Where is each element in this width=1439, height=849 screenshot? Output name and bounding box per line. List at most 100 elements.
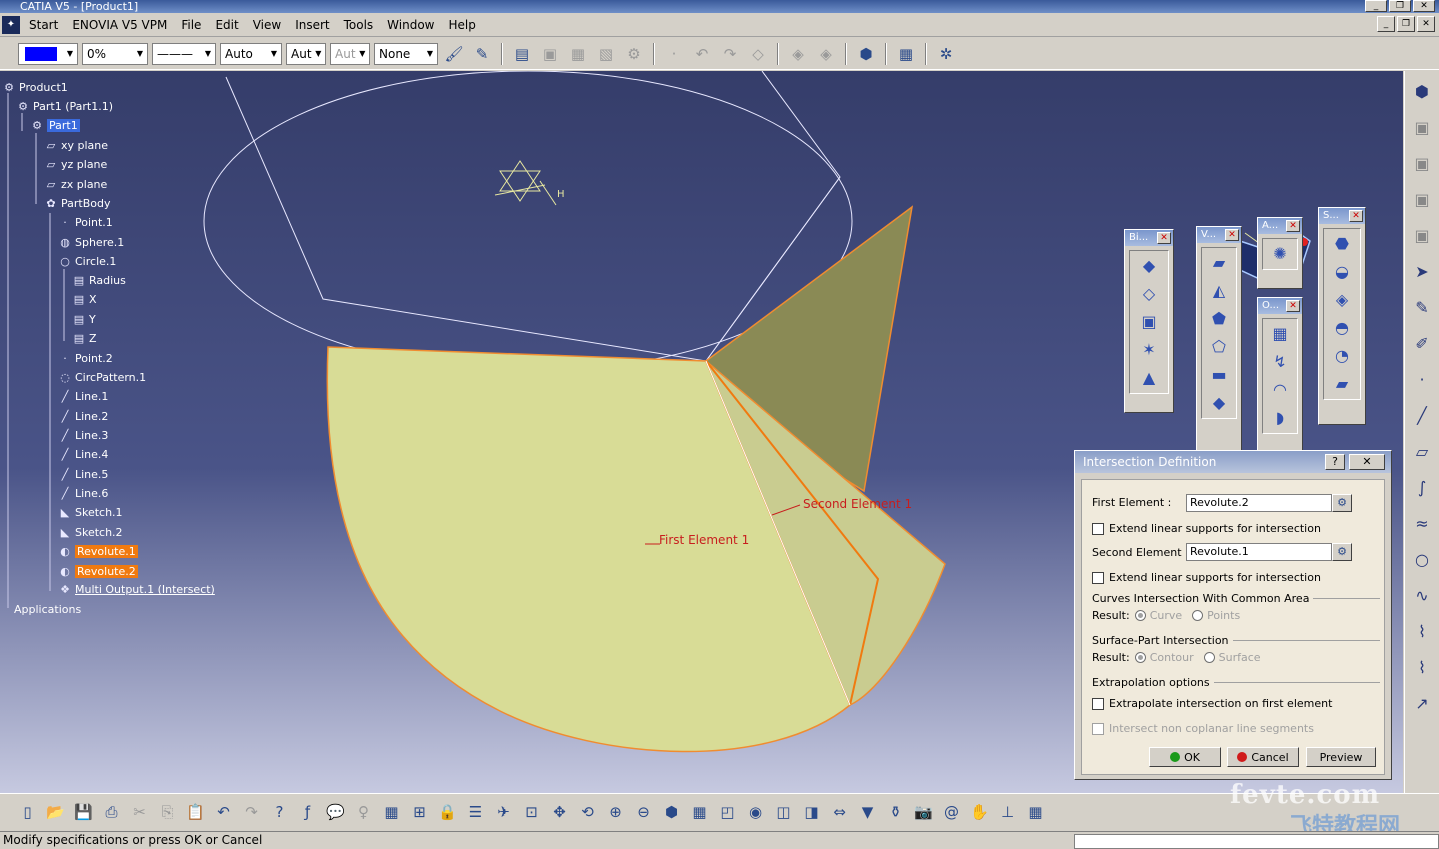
gray-cube3-icon[interactable]: ▣ (1409, 187, 1435, 213)
tree-icon[interactable]: ⊞ (408, 801, 431, 824)
offset-icon[interactable]: ◆ (1208, 392, 1230, 414)
redo-arc-icon[interactable]: ↷ (718, 42, 742, 66)
menu-insert[interactable]: Insert (288, 18, 336, 32)
tree-item-sketch1[interactable]: ◣ Sketch.1 (58, 504, 123, 521)
catalog-icon[interactable]: ▧ (594, 42, 618, 66)
palette-close-button[interactable]: ✕ (1286, 220, 1300, 232)
help-button[interactable]: ? (1325, 454, 1345, 470)
tree-item-line4[interactable]: ╱ Line.4 (58, 446, 109, 463)
law-icon[interactable]: ↗ (1409, 691, 1435, 717)
print-icon[interactable]: ⎙ (100, 801, 123, 824)
tree-item-line1[interactable]: ╱ Line.1 (58, 388, 109, 405)
new-icon[interactable]: ▯ (16, 801, 39, 824)
revolve-icon[interactable]: ◭ (1208, 280, 1230, 302)
axis-icon[interactable]: ⊥ (996, 801, 1019, 824)
dot-icon[interactable]: · (662, 42, 686, 66)
multi-view-icon[interactable]: ▦ (688, 801, 711, 824)
spiral-icon[interactable]: ⌇ (1409, 655, 1435, 681)
circle-tool-icon[interactable]: ○ (1409, 547, 1435, 573)
boolean-alt-icon[interactable]: ◇ (1138, 283, 1160, 305)
curve-radio[interactable] (1134, 610, 1146, 621)
copy-geometry-icon[interactable]: ▣ (538, 42, 562, 66)
minimize-button[interactable]: _ (1365, 0, 1387, 12)
catia-logo-icon[interactable]: ✦ (2, 15, 20, 34)
tree-item-line2[interactable]: ╱ Line.2 (58, 408, 109, 425)
preview-button[interactable]: Preview (1306, 747, 1376, 767)
tree-item-zx-plane[interactable]: ▱ zx plane (44, 176, 108, 193)
checkbox[interactable] (1092, 722, 1104, 735)
gray-cube2-icon[interactable]: ▣ (1409, 151, 1435, 177)
doc-close-button[interactable]: ✕ (1417, 16, 1435, 32)
tree-item-point1[interactable]: · Point.1 (58, 214, 113, 231)
tree-item-circpattern1[interactable]: ◌ CircPattern.1 (58, 369, 146, 386)
tools-icon[interactable]: ✲ (934, 42, 958, 66)
zoom-in-icon[interactable]: ⊕ (604, 801, 627, 824)
surface-radio[interactable] (1203, 652, 1215, 663)
hide-show-icon[interactable]: ◫ (772, 801, 795, 824)
square-icon[interactable]: ▣ (1138, 311, 1160, 333)
analysis-icon[interactable]: ✺ (1269, 243, 1291, 265)
menu-start[interactable]: Start (22, 18, 65, 32)
tree-item-product1[interactable]: ⚙ Product1 (2, 79, 68, 96)
palette-close-button[interactable]: ✕ (1349, 210, 1363, 222)
gray-cube-icon[interactable]: ▣ (1409, 115, 1435, 141)
point-style2-combo[interactable]: Aut ▼ (330, 42, 370, 65)
star-icon[interactable]: ✶ (1138, 339, 1160, 361)
first-element-pick-icon[interactable]: ⚙ (1332, 494, 1352, 512)
connect-curve-icon[interactable]: ∿ (1409, 583, 1435, 609)
palette-close-button[interactable]: ✕ (1225, 229, 1239, 241)
second-element-pick-icon[interactable]: ⚙ (1332, 543, 1352, 561)
surface-offset-icon[interactable]: ◔ (1331, 345, 1353, 367)
palette-close-button[interactable]: ✕ (1286, 300, 1300, 312)
points-radio[interactable] (1192, 610, 1204, 621)
properties-paint-icon[interactable]: ✎ (470, 42, 494, 66)
open-icon[interactable]: 📂 (44, 801, 67, 824)
grid-view-icon[interactable]: ▦ (1024, 801, 1047, 824)
extend-linear-supports-2[interactable]: Extend linear supports for intersection (1092, 571, 1321, 584)
copy-icon[interactable]: ⎘ (156, 801, 179, 824)
save-icon[interactable]: 💾 (72, 801, 95, 824)
layer-combo[interactable]: None ▼ (374, 42, 438, 65)
ok-button[interactable]: OK (1149, 747, 1221, 767)
curve-tool-icon[interactable]: ∫ (1409, 475, 1435, 501)
tree-item-multi-output1[interactable]: ❖ Multi Output.1 (Intersect) (58, 581, 215, 598)
measure-inertia-icon[interactable]: ▼ (856, 801, 879, 824)
menu-view[interactable]: View (246, 18, 288, 32)
painter-icon[interactable]: 🖌 (442, 42, 466, 66)
menu-help[interactable]: Help (442, 18, 483, 32)
fit-all-icon[interactable]: ⊡ (520, 801, 543, 824)
checkbox[interactable] (1092, 522, 1104, 535)
tree-item-yz-plane[interactable]: ▱ yz plane (44, 156, 108, 173)
tree-item-circle1[interactable]: ○ Circle.1 (58, 253, 116, 270)
sketcher-icon[interactable]: ✐ (1409, 331, 1435, 357)
menu-tools[interactable]: Tools (337, 18, 381, 32)
restore-button[interactable]: ❐ (1389, 0, 1411, 12)
tree-item-radius[interactable]: ▤ Radius (72, 272, 126, 289)
zoom-out-icon[interactable]: ⊖ (632, 801, 655, 824)
tree-item-line6[interactable]: ╱ Line.6 (58, 485, 109, 502)
linetype-combo[interactable]: ——— ▼ (152, 42, 216, 65)
surface-extract-icon[interactable]: ▰ (1331, 373, 1353, 395)
split-icon[interactable]: ↯ (1269, 351, 1291, 373)
surface-sweep-icon[interactable]: ◒ (1331, 261, 1353, 283)
paste-geometry-icon[interactable]: ▦ (566, 42, 590, 66)
cut-icon[interactable]: ✂ (128, 801, 151, 824)
undo-icon[interactable]: ↶ (212, 801, 235, 824)
point-style-combo[interactable]: Aut ▼ (286, 42, 326, 65)
boundary-icon[interactable]: ◗ (1269, 407, 1291, 429)
measure-icon[interactable]: ⇔ (828, 801, 851, 824)
rotate-icon[interactable]: ⟲ (576, 801, 599, 824)
shading-icon[interactable]: ◉ (744, 801, 767, 824)
doc-minimize-button[interactable]: _ (1377, 16, 1395, 32)
whats-this-icon[interactable]: ? (268, 801, 291, 824)
tree-item-partbody[interactable]: ✿ PartBody (44, 195, 110, 212)
menu-window[interactable]: Window (380, 18, 441, 32)
mass-icon[interactable]: ⚱ (884, 801, 907, 824)
update-icon[interactable]: ▤ (510, 42, 534, 66)
gear-icon[interactable]: ⚙ (622, 42, 646, 66)
tree-item-revolute2[interactable]: ◐ Revolute.2 (58, 563, 138, 580)
select-arrow-icon[interactable]: ➤ (1409, 259, 1435, 285)
extrude-icon[interactable]: ▰ (1208, 252, 1230, 274)
formula-icon[interactable]: ƒ (296, 801, 319, 824)
command-input[interactable] (1074, 834, 1439, 849)
